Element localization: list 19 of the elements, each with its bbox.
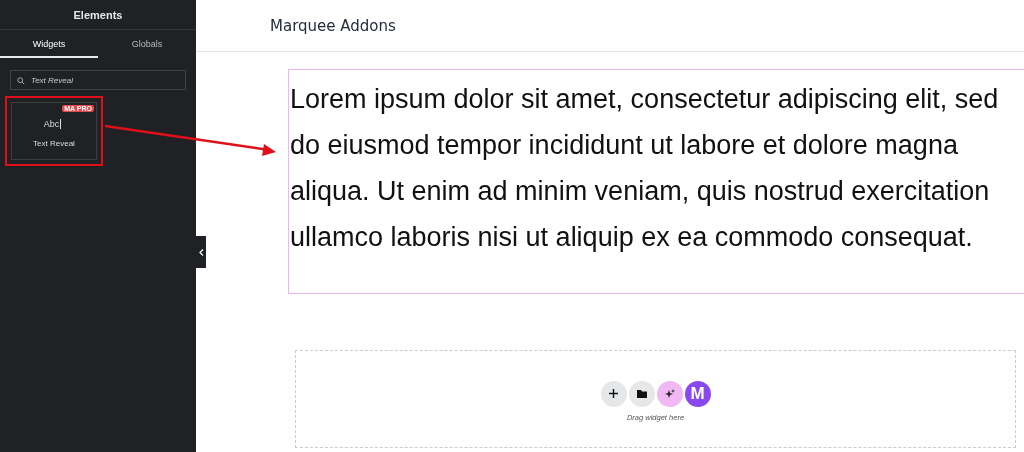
tab[interactable]: Widgets bbox=[0, 30, 98, 58]
search-icon bbox=[17, 77, 25, 85]
collapse-button[interactable] bbox=[196, 236, 206, 268]
plus-icon bbox=[609, 389, 618, 398]
text-widget[interactable] bbox=[288, 69, 1024, 294]
body-text: Lorem ipsum dolor sit amet, consectetur adipiscing elit, sed do eiusmod tempor incididunt ut labore et dolore magna aliqua. Ut enim ad minim veniam, quis nostrud exercitation ullamco laboris nisi ut aliquip ex ea commodo consequat. bbox=[290, 83, 1000, 254]
chevron-left-icon bbox=[198, 248, 204, 256]
search-field[interactable]: Text Reveal bbox=[10, 70, 186, 90]
logo-button[interactable]: M bbox=[684, 380, 711, 407]
sparkle-icon bbox=[664, 388, 675, 399]
widget-preview-text: Abc bbox=[43, 118, 60, 129]
folder-button[interactable] bbox=[628, 380, 655, 407]
site-title: Marquee Addons bbox=[270, 16, 396, 35]
folder-icon bbox=[636, 389, 647, 398]
widget-label: Text Reveal bbox=[33, 138, 75, 148]
ai-button[interactable] bbox=[656, 380, 683, 407]
add-button[interactable] bbox=[600, 380, 627, 407]
panel-title: Elements bbox=[72, 8, 124, 23]
tab[interactable]: Globals bbox=[98, 30, 196, 58]
